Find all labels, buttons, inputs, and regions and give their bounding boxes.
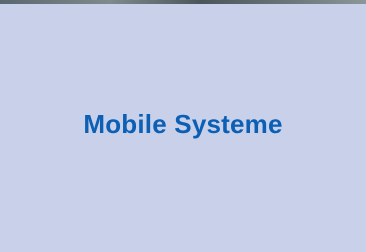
mobile-systeme-tile[interactable]: Mobile Systeme (0, 4, 366, 252)
tile-title: Mobile Systeme (83, 108, 283, 139)
page: Mobile Systeme (0, 0, 366, 252)
